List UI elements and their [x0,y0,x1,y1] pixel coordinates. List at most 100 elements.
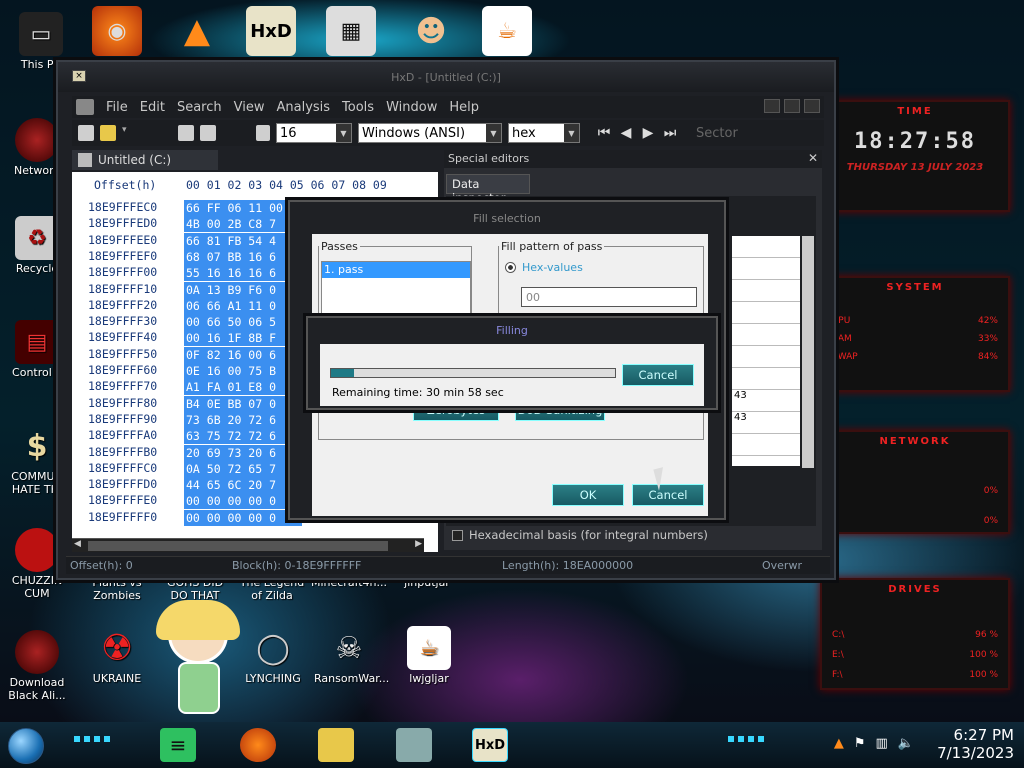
skull-icon: ☠ [335,630,363,666]
menu-edit[interactable]: Edit [134,100,171,115]
hex-values-input[interactable]: 00 [521,287,697,307]
row-offset: 18E9FFFF00 [88,265,158,280]
hex-values-radio[interactable]: Hex-values [505,261,583,274]
window-titlebar[interactable]: HxD - [Untitled (C:)] [58,62,834,92]
row-bytes[interactable]: 63 75 72 72 6 [184,428,302,445]
doctor-icon[interactable]: ☻ [406,6,456,56]
row-bytes[interactable]: 0F 82 16 00 6 [184,346,302,363]
menu-file[interactable]: File [100,100,134,115]
inspector-scrollbar[interactable] [802,236,814,468]
firefox-icon[interactable]: ◉ [92,6,142,56]
volume-icon[interactable]: 🔈 [898,736,914,751]
row-bytes[interactable]: B4 0E BB 07 0 [184,395,302,412]
taskbar-clock[interactable]: 6:27 PM 7/13/2023 [937,726,1014,762]
ok-button[interactable]: OK [552,484,624,506]
scrollbar-thumb[interactable] [88,541,388,551]
tray-app-icon[interactable]: ▲ [834,736,844,751]
hxd-taskbar-icon[interactable]: HxD [472,728,508,762]
row-bytes[interactable]: 44 65 6C 20 7 [184,477,302,494]
horizontal-scrollbar[interactable]: ◀ ▶ [72,538,424,552]
hxd-app-icon[interactable] [76,99,94,115]
taskbar-decoration [728,736,768,742]
system-menu-button[interactable]: × [72,70,86,82]
money-bag-icon: $ [26,428,48,464]
trash-icon: ♻ [15,216,59,260]
network-tray-icon[interactable]: ▥ [876,736,888,751]
pass-list-item[interactable]: 1. pass [322,262,470,278]
mdi-restore-button[interactable] [784,99,800,113]
mdi-minimize-button[interactable] [764,99,780,113]
row-bytes[interactable]: 00 00 00 00 0 [184,493,302,510]
close-icon[interactable]: ✕ [808,151,818,165]
open-folder-icon[interactable] [100,125,116,141]
first-sector-icon[interactable]: ⏮ [596,125,612,141]
vlc-icon[interactable]: ▲ [172,6,222,56]
maze-app-icon[interactable]: ▦ [326,6,376,56]
row-bytes[interactable]: 66 81 FB 54 4 [184,232,302,249]
row-bytes[interactable]: 73 6B 20 72 6 [184,411,302,428]
file-explorer-taskbar-icon[interactable] [318,728,354,762]
row-offset: 18E9FFFF20 [88,297,158,312]
row-bytes[interactable]: 20 69 73 20 6 [184,444,302,461]
checkbox-label: Hexadecimal basis (for integral numbers) [469,528,708,542]
file-tab[interactable]: Untitled (C:) [72,150,218,170]
cpu-row: CPU 42% [832,316,998,326]
performance-taskbar-icon[interactable] [396,728,432,762]
java-icon[interactable]: ☕ [482,6,532,56]
menu-help[interactable]: Help [443,100,485,115]
row-bytes[interactable]: 68 07 BB 16 6 [184,248,302,265]
spotify-taskbar-icon[interactable]: ≡ [160,728,196,762]
row-bytes[interactable]: 06 66 A1 11 0 [184,297,302,314]
bytes-per-row-value: 16 [280,125,297,141]
menu-analysis[interactable]: Analysis [270,100,336,115]
dialog-titlebar[interactable]: Fill selection [290,202,724,234]
mdi-close-button[interactable] [804,99,820,113]
flag-icon[interactable]: ⚑ [854,736,866,751]
chevron-down-icon[interactable]: ▼ [486,124,501,142]
row-bytes[interactable]: 0A 13 B9 F6 0 [184,281,302,298]
hexadecimal-basis-checkbox[interactable]: Hexadecimal basis (for integral numbers) [452,528,708,542]
last-sector-icon[interactable]: ⏭ [662,125,678,141]
new-file-icon[interactable] [78,125,94,141]
menu-search[interactable]: Search [171,100,228,115]
bytes-per-row-select[interactable]: 16 ▼ [276,123,352,143]
row-bytes[interactable]: 0A 50 72 65 7 [184,460,302,477]
system-tray: ▲ ⚑ ▥ 🔈 [834,736,914,751]
start-button[interactable] [8,728,44,764]
progress-cancel-button[interactable]: Cancel [622,364,694,386]
progress-titlebar[interactable]: Filling [308,318,716,342]
scroll-left-icon[interactable]: ◀ [74,539,81,549]
charset-select[interactable]: Windows (ANSI) ▼ [358,123,502,143]
lwjgl-icon[interactable]: ☕ lwjgljar [394,626,464,685]
lynching-icon[interactable]: ◯ LYNCHING [238,626,308,685]
ukraine-icon[interactable]: ☢ UKRAINE [82,626,152,685]
row-bytes[interactable]: 00 00 00 00 0 [184,509,302,526]
save-all-icon[interactable] [200,125,216,141]
radio-dot[interactable] [505,262,516,273]
download-alien-icon[interactable]: Download Black Ali... [2,630,72,702]
chevron-down-icon[interactable]: ▼ [564,124,579,142]
menu-tools[interactable]: Tools [336,100,380,115]
row-bytes[interactable]: 66 FF 06 11 00 [184,200,302,216]
menu-window[interactable]: Window [380,100,443,115]
tab-data-inspector[interactable]: Data inspector [446,174,530,205]
scroll-right-icon[interactable]: ▶ [415,539,422,549]
next-sector-icon[interactable]: ▶ [640,125,656,141]
row-bytes[interactable]: 0E 16 00 75 B [184,363,302,379]
firefox-taskbar-icon[interactable] [240,728,276,762]
row-bytes[interactable]: 00 66 50 06 5 [184,314,302,331]
checkbox-box[interactable] [452,529,463,541]
row-bytes[interactable]: 00 16 1F 8B F [184,330,302,347]
row-bytes[interactable]: A1 FA 01 E8 0 [184,379,302,396]
open-dropdown-icon[interactable]: ▾ [122,125,132,141]
row-bytes[interactable]: 4B 00 2B C8 7 [184,216,302,233]
menu-view[interactable]: View [228,100,271,115]
previous-sector-icon[interactable]: ◀ [618,125,634,141]
ransomware-icon[interactable]: ☠ RansomWar... [314,626,389,685]
hxd-icon[interactable]: HxD [246,6,296,56]
row-bytes[interactable]: 55 16 16 16 6 [184,265,302,282]
display-mode-select[interactable]: hex ▼ [508,123,580,143]
passes-list[interactable]: 1. pass [321,261,471,321]
save-icon[interactable] [178,125,194,141]
chevron-down-icon[interactable]: ▼ [336,124,351,142]
